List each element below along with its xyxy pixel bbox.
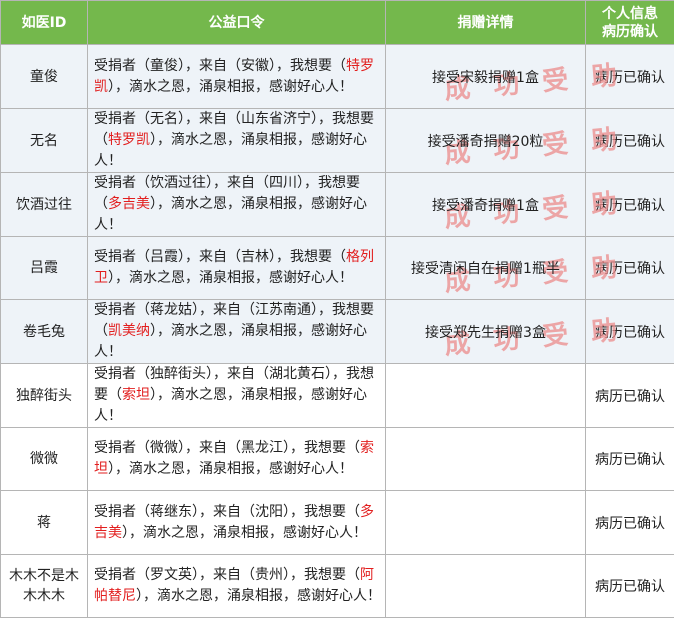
header-slogan: 公益口令 (88, 1, 386, 45)
row-status: 病历已确认 (586, 109, 674, 173)
row-detail (386, 364, 586, 428)
table-row: 卷毛兔 受捐者（蒋龙姑），来自（江苏南通），我想要（凯美纳），滴水之恩，涌泉相报… (1, 300, 674, 364)
row-slogan: 受捐者（吕霞），来自（吉林），我想要（格列卫），滴水之恩，涌泉相报，感谢好心人！ (88, 237, 386, 300)
row-status: 病历已确认 (586, 491, 674, 555)
medicine-name: 索坦 (122, 387, 150, 403)
donation-table: 如医ID 公益口令 捐赠详情 个人信息 病历确认 童俊 受捐者（童俊），来自（安… (0, 0, 674, 618)
row-slogan: 受捐者（饮酒过往），来自（四川），我想要（多吉美），滴水之恩，涌泉相报，感谢好心… (88, 173, 386, 237)
row-slogan: 受捐者（微微），来自（黑龙江），我想要（索坦），滴水之恩，涌泉相报，感谢好心人！ (88, 428, 386, 491)
row-slogan: 受捐者（罗文英），来自（贵州），我想要（阿帕替尼），滴水之恩，涌泉相报，感谢好心… (88, 555, 386, 618)
slogan-pre: 受捐者（罗文英），来自（贵州），我想要（ (94, 567, 360, 583)
detail-text: 接受清闲自在捐赠1瓶半 (411, 261, 560, 277)
row-id: 微微 (1, 428, 88, 491)
table-row: 无名 受捐者（无名），来自（山东省济宁），我想要（特罗凯），滴水之恩，涌泉相报，… (1, 109, 674, 173)
table-body: 童俊 受捐者（童俊），来自（安徽），我想要（特罗凯），滴水之恩，涌泉相报，感谢好… (1, 45, 674, 618)
table-row: 饮酒过往 受捐者（饮酒过往），来自（四川），我想要（多吉美），滴水之恩，涌泉相报… (1, 173, 674, 237)
row-status: 病历已确认 (586, 364, 674, 428)
row-slogan: 受捐者（蒋龙姑），来自（江苏南通），我想要（凯美纳），滴水之恩，涌泉相报，感谢好… (88, 300, 386, 364)
header-status-line2: 病历确认 (586, 23, 674, 41)
row-slogan: 受捐者（无名），来自（山东省济宁），我想要（特罗凯），滴水之恩，涌泉相报，感谢好… (88, 109, 386, 173)
row-detail: 成 功 受 助接受潘奇捐赠20粒 (386, 109, 586, 173)
row-id: 蒋 (1, 491, 88, 555)
medicine-name: 特罗凯 (108, 132, 150, 148)
slogan-pre: 受捐者（吕霞），来自（吉林），我想要（ (94, 249, 346, 265)
row-status: 病历已确认 (586, 173, 674, 237)
row-slogan: 受捐者（独醉街头），来自（湖北黄石），我想要（索坦），滴水之恩，涌泉相报，感谢好… (88, 364, 386, 428)
table-row: 蒋 受捐者（蒋继东），来自（沈阳），我想要（多吉美），滴水之恩，涌泉相报，感谢好… (1, 491, 674, 555)
detail-text: 接受潘奇捐赠20粒 (428, 134, 544, 150)
row-detail: 成 功 受 助接受清闲自在捐赠1瓶半 (386, 237, 586, 300)
slogan-post: ），滴水之恩，涌泉相报，感谢好心人！ (108, 79, 353, 95)
table-row: 童俊 受捐者（童俊），来自（安徽），我想要（特罗凯），滴水之恩，涌泉相报，感谢好… (1, 45, 674, 109)
slogan-post: ），滴水之恩，涌泉相报，感谢好心人！ (122, 525, 367, 541)
row-slogan: 受捐者（童俊），来自（安徽），我想要（特罗凯），滴水之恩，涌泉相报，感谢好心人！ (88, 45, 386, 109)
row-status: 病历已确认 (586, 300, 674, 364)
row-detail (386, 428, 586, 491)
header-status-line1: 个人信息 (586, 5, 674, 23)
slogan-post: ），滴水之恩，涌泉相报，感谢好心人！ (108, 270, 353, 286)
row-detail (386, 491, 586, 555)
table-header-row: 如医ID 公益口令 捐赠详情 个人信息 病历确认 (1, 1, 674, 45)
table-row: 微微 受捐者（微微），来自（黑龙江），我想要（索坦），滴水之恩，涌泉相报，感谢好… (1, 428, 674, 491)
medicine-name: 凯美纳 (108, 323, 150, 339)
table-row: 木木不是木木木木 受捐者（罗文英），来自（贵州），我想要（阿帕替尼），滴水之恩，… (1, 555, 674, 618)
row-id: 卷毛兔 (1, 300, 88, 364)
row-status: 病历已确认 (586, 237, 674, 300)
row-detail: 成 功 受 助接受宋毅捐赠1盒 (386, 45, 586, 109)
detail-text: 接受潘奇捐赠1盒 (432, 198, 539, 214)
slogan-pre: 受捐者（童俊），来自（安徽），我想要（ (94, 58, 346, 74)
header-status: 个人信息 病历确认 (586, 1, 674, 45)
row-status: 病历已确认 (586, 428, 674, 491)
row-id: 童俊 (1, 45, 88, 109)
table-row: 吕霞 受捐者（吕霞），来自（吉林），我想要（格列卫），滴水之恩，涌泉相报，感谢好… (1, 237, 674, 300)
slogan-pre: 受捐者（蒋继东），来自（沈阳），我想要（ (94, 504, 360, 520)
slogan-post: ），滴水之恩，涌泉相报，感谢好心人！ (136, 588, 381, 604)
row-id: 无名 (1, 109, 88, 173)
row-detail (386, 555, 586, 618)
slogan-pre: 受捐者（微微），来自（黑龙江），我想要（ (94, 440, 360, 456)
row-detail: 成 功 受 助接受潘奇捐赠1盒 (386, 173, 586, 237)
medicine-name: 多吉美 (108, 196, 150, 212)
row-id: 独醉街头 (1, 364, 88, 428)
row-id: 木木不是木木木木 (1, 555, 88, 618)
detail-text: 接受宋毅捐赠1盒 (432, 70, 539, 86)
slogan-post: ），滴水之恩，涌泉相报，感谢好心人！ (108, 461, 353, 477)
row-detail: 成 功 受 助接受郑先生捐赠3盒 (386, 300, 586, 364)
row-id: 饮酒过往 (1, 173, 88, 237)
row-status: 病历已确认 (586, 45, 674, 109)
row-status: 病历已确认 (586, 555, 674, 618)
header-id: 如医ID (1, 1, 88, 45)
row-id: 吕霞 (1, 237, 88, 300)
row-slogan: 受捐者（蒋继东），来自（沈阳），我想要（多吉美），滴水之恩，涌泉相报，感谢好心人… (88, 491, 386, 555)
detail-text: 接受郑先生捐赠3盒 (425, 325, 546, 341)
table-row: 独醉街头 受捐者（独醉街头），来自（湖北黄石），我想要（索坦），滴水之恩，涌泉相… (1, 364, 674, 428)
header-detail: 捐赠详情 (386, 1, 586, 45)
